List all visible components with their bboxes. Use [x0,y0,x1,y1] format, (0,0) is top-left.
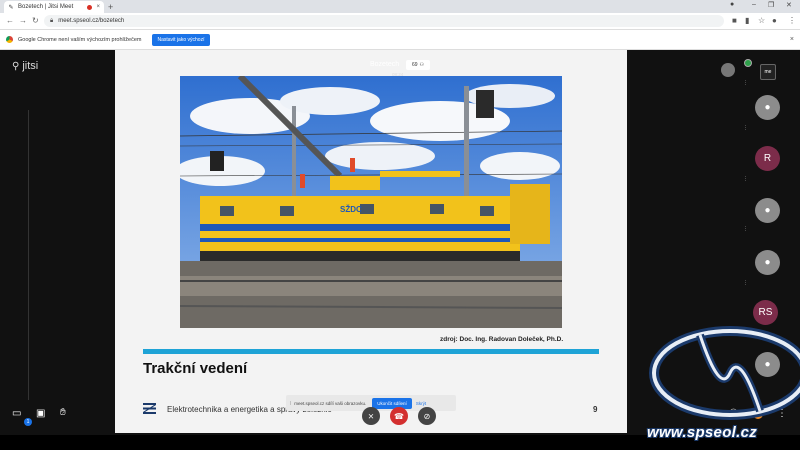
set-default-button[interactable]: Nastavit jako výchozí [151,33,211,46]
url-text: meet.spseol.cz/bozetech [58,18,125,24]
hangup-button[interactable]: ☎ [390,407,408,425]
photo-source-caption: zdroj: Doc. Ing. Radovan Doleček, Ph.D. [440,336,564,343]
local-avatar[interactable] [721,63,735,77]
person-icon: ● [764,102,771,113]
divider [28,110,29,400]
recording-indicator-icon [87,4,93,10]
url-input[interactable]: 🔒︎ meet.spseol.cz/bozetech [44,15,724,27]
new-tab-button[interactable]: + [108,2,113,12]
mic-indicator-icon[interactable]: ▮ [745,16,749,25]
jitsi-logo-icon: ⚲ [12,60,20,72]
chat-unread-badge: 1 [24,418,32,426]
slide-page-number: 9 [593,405,598,414]
close-window-icon[interactable]: ✕ [786,1,792,9]
address-bar: ← → ↻ 🔒︎ meet.spseol.cz/bozetech ■ ▮ ☆ ●… [0,13,800,30]
jitsi-favicon-icon: ✎ [8,4,14,11]
hide-notice-button[interactable]: Skrýt [416,401,426,406]
share-notice-text: meet.spseol.cz sdílí vaši obrazovku. [294,400,367,406]
forward-icon[interactable]: → [19,16,27,25]
browser-tab[interactable]: ✎ Bozetech | Jitsi Meet × [4,1,104,13]
participant-avatar[interactable]: ● [755,95,780,120]
participant-avatar[interactable]: ● [755,198,780,223]
share-grip-icon: ⁞ [290,400,292,406]
meeting-timer: 08:24 [392,72,404,77]
jitsi-logo-text: jitsi [22,60,39,72]
back-icon[interactable]: ← [6,16,14,25]
participant-avatar[interactable]: ● [755,250,780,275]
infobar-close-icon[interactable]: × [790,36,794,43]
chat-icon[interactable]: ▭ [12,408,21,419]
slide-divider [143,349,599,354]
infobar-text: Google Chrome není vaším výchozím prohlí… [18,36,142,43]
thumb-menu-icon[interactable]: ⋮ [743,226,748,232]
lock-icon: 🔒︎ [50,17,54,24]
chrome-logo-icon [6,36,13,43]
szdc-logo-icon [143,403,156,414]
person-icon: ● [764,257,771,268]
chrome-menu-icon[interactable]: ⋮ [788,16,796,25]
watermark-url: www.spseol.cz [647,424,758,441]
thumb-menu-icon[interactable]: ⋮ [743,80,748,86]
mic-muted-icon: ⨯ [367,411,375,421]
phone-hangup-icon: ☎ [394,411,404,421]
spseol-watermark-logo [649,326,800,420]
participants-count: 69 [411,62,418,68]
self-label: me [764,69,772,75]
person-icon: ● [764,205,771,216]
slide-title: Trakční vedení [143,360,248,377]
default-browser-infobar: Google Chrome není vaším výchozím prohlí… [0,30,800,50]
railway-photo: SŽDC [180,76,562,328]
thumb-menu-icon[interactable]: ⋮ [743,125,748,131]
szdc-label: SŽDC [340,205,362,214]
meeting-title: Bozetech [370,61,400,68]
participant-avatar[interactable]: R [755,146,780,171]
minimize-icon[interactable]: – [752,1,756,8]
reload-icon[interactable]: ↻ [32,16,39,25]
tab-search-icon[interactable]: ● [730,1,734,8]
camera-indicator-icon[interactable]: ■ [732,16,737,25]
screen-share-icon[interactable]: ▣ [36,408,45,419]
mute-mic-button[interactable]: ⨯ [362,407,380,425]
camera-off-icon: ⊘ [423,411,431,421]
tab-title: Bozetech | Jitsi Meet [18,4,74,10]
tab-bar [0,0,800,13]
bookmark-star-icon[interactable]: ☆ [758,16,765,25]
raise-hand-icon[interactable]: ✋︎ [60,407,66,418]
self-view-thumbnail[interactable]: me [760,64,776,80]
maximize-icon[interactable]: ❐ [768,1,774,9]
stop-sharing-button[interactable]: Ukončit sdílení [372,397,412,409]
tab-close-icon[interactable]: × [96,4,100,10]
participants-icon: ⚇ [419,62,425,68]
avatar-initials: R [763,153,772,164]
connection-indicator-icon[interactable] [744,59,752,67]
participants-badge[interactable]: 69 ⚇ [406,60,430,70]
thumb-menu-icon[interactable]: ⋮ [743,176,748,182]
thumb-menu-icon[interactable]: ⋮ [743,280,748,286]
jitsi-logo[interactable]: ⚲ jitsi [12,60,38,72]
camera-toggle-button[interactable]: ⊘ [418,407,436,425]
profile-avatar-icon[interactable]: ● [772,16,777,25]
